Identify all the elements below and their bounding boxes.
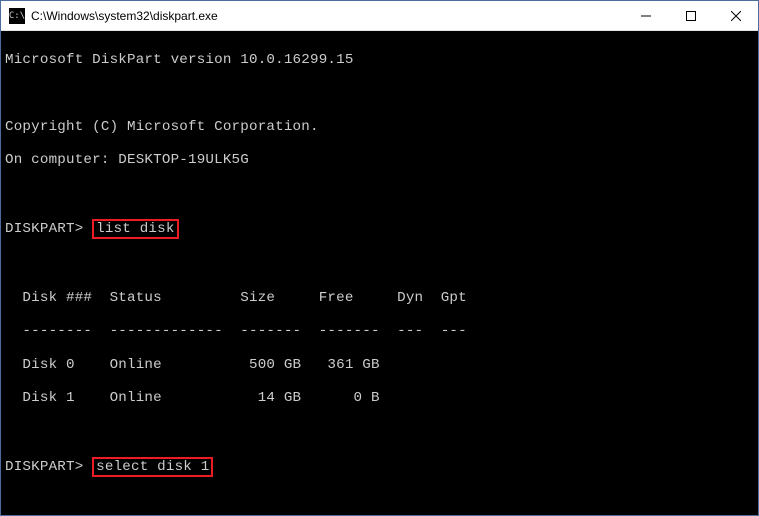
maximize-button[interactable] xyxy=(668,1,713,30)
app-icon: C:\ xyxy=(9,8,25,24)
disk-row-1: Disk 1 Online 14 GB 0 B xyxy=(5,390,758,407)
version-line: Microsoft DiskPart version 10.0.16299.15 xyxy=(5,52,758,69)
window-title: C:\Windows\system32\diskpart.exe xyxy=(31,9,623,23)
terminal-output[interactable]: Microsoft DiskPart version 10.0.16299.15… xyxy=(1,31,758,515)
command-select-disk: select disk 1 xyxy=(92,457,213,477)
minimize-button[interactable] xyxy=(623,1,668,30)
command-list-disk: list disk xyxy=(92,219,178,239)
prompt: DISKPART> xyxy=(5,221,92,237)
disk-table-divider: -------- ------------- ------- ------- -… xyxy=(5,323,758,340)
window-controls xyxy=(623,1,758,30)
computer-line: On computer: DESKTOP-19ULK5G xyxy=(5,152,758,169)
disk-row-0: Disk 0 Online 500 GB 361 GB xyxy=(5,357,758,374)
window-titlebar: C:\ C:\Windows\system32\diskpart.exe xyxy=(1,1,758,31)
copyright-line: Copyright (C) Microsoft Corporation. xyxy=(5,119,758,136)
disk-table-header: Disk ### Status Size Free Dyn Gpt xyxy=(5,290,758,307)
close-button[interactable] xyxy=(713,1,758,30)
prompt: DISKPART> xyxy=(5,459,92,475)
